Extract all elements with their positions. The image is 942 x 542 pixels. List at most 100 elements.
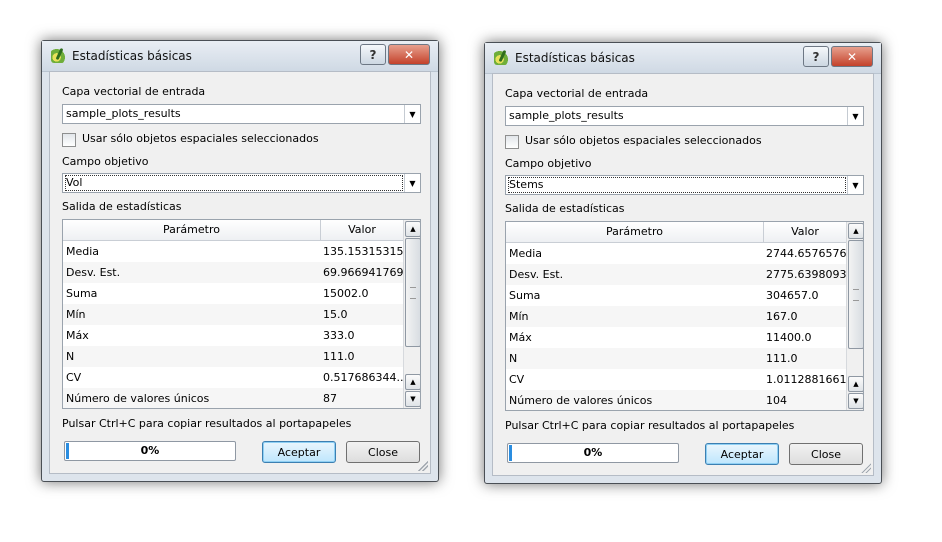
table-row[interactable]: N 111.0 <box>63 346 403 367</box>
parameter-cell: Mín <box>66 308 86 321</box>
target-field-combo[interactable]: Vol ▼ <box>62 173 421 193</box>
table-row[interactable]: Desv. Est. 69.966941769 <box>63 262 403 283</box>
table-row[interactable]: Número de valores únicos 87 <box>63 388 403 408</box>
qgis-app-icon <box>51 49 65 63</box>
scroll-up-arrow-icon[interactable]: ▲ <box>405 221 420 237</box>
selected-only-checkbox[interactable] <box>505 135 519 149</box>
table-row[interactable]: Mín 15.0 <box>63 304 403 325</box>
basic-statistics-dialog: Estadísticas básicas ? ✕ Capa vectorial … <box>41 40 439 482</box>
parameter-cell: Máx <box>66 329 89 342</box>
value-cell: 135.153153153 <box>323 245 405 258</box>
table-row[interactable]: Mín 167.0 <box>506 306 846 327</box>
chevron-down-icon[interactable]: ▼ <box>404 105 420 123</box>
column-header-parameter[interactable]: Parámetro <box>63 220 321 240</box>
table-row[interactable]: Máx 333.0 <box>63 325 403 346</box>
parameter-cell: Mín <box>509 310 529 323</box>
value-cell: 2744.65765766 <box>766 247 848 260</box>
table-row[interactable]: Número de valores únicos 104 <box>506 390 846 410</box>
input-layer-value: sample_plots_results <box>509 109 624 122</box>
chevron-down-icon[interactable]: ▼ <box>847 107 863 125</box>
scroll-down-arrow-icon[interactable]: ▼ <box>848 393 863 409</box>
value-cell: 69.966941769 <box>323 266 404 279</box>
table-row[interactable]: Desv. Est. 2775.63980935 <box>506 264 848 285</box>
help-button[interactable]: ? <box>360 44 386 65</box>
progress-bar: 0% <box>64 441 236 461</box>
output-label: Salida de estadísticas <box>62 200 182 213</box>
dialog-body: Capa vectorial de entrada sample_plots_r… <box>49 71 431 474</box>
help-button[interactable]: ? <box>803 46 829 67</box>
parameter-cell: Media <box>66 245 100 258</box>
value-cell: 111.0 <box>323 350 355 363</box>
progress-text: 0% <box>583 446 603 459</box>
statistics-table[interactable]: Parámetro Valor Media 135.153153153 Desv. … <box>62 219 421 409</box>
target-field-value: Stems <box>508 177 846 193</box>
value-cell: 2775.63980935 <box>766 268 848 281</box>
table-row[interactable]: CV 1.01128816616 <box>506 369 848 390</box>
table-row[interactable]: Máx 11400.0 <box>506 327 846 348</box>
value-cell: 304657.0 <box>766 289 819 302</box>
table-row[interactable]: N 111.0 <box>506 348 846 369</box>
selected-only-label[interactable]: Usar sólo objetos espaciales seleccionad… <box>82 132 319 145</box>
target-field-combo[interactable]: Stems ▼ <box>505 175 864 195</box>
chevron-down-icon[interactable]: ▼ <box>404 174 420 192</box>
table-rows: Media 2744.65765766 Desv. Est. 2775.6398093… <box>506 243 848 410</box>
chevron-down-icon[interactable]: ▼ <box>847 176 863 194</box>
table-row[interactable]: Suma 304657.0 <box>506 285 846 306</box>
vertical-scrollbar[interactable]: ▲ ▲ ▼ <box>403 220 420 408</box>
scroll-down-arrow-icon[interactable]: ▼ <box>405 391 420 407</box>
table-rows: Media 135.153153153 Desv. Est. 69.966941769… <box>63 241 405 408</box>
close-button[interactable]: Close <box>346 441 420 463</box>
basic-statistics-dialog: Estadísticas básicas ? ✕ Capa vectorial … <box>484 42 882 484</box>
parameter-cell: Número de valores únicos <box>66 392 210 405</box>
table-row[interactable]: Media 2744.65765766 <box>506 243 848 264</box>
table-row[interactable]: CV 0.517686344... <box>63 367 405 388</box>
qgis-app-icon <box>494 51 508 65</box>
parameter-cell: Desv. Est. <box>66 266 121 279</box>
accept-button[interactable]: Aceptar <box>262 441 336 463</box>
value-cell: 87 <box>323 392 337 405</box>
input-layer-value: sample_plots_results <box>66 107 181 120</box>
table-row[interactable]: Media 135.153153153 <box>63 241 405 262</box>
progress-bar: 0% <box>507 443 679 463</box>
title-bar[interactable]: Estadísticas básicas ? ✕ <box>485 43 881 74</box>
window-close-button[interactable]: ✕ <box>831 46 873 67</box>
scrollbar-thumb[interactable] <box>848 240 863 349</box>
scroll-up-arrow-icon[interactable]: ▲ <box>405 374 420 390</box>
parameter-cell: N <box>509 352 518 365</box>
target-field-label: Campo objetivo <box>62 155 149 168</box>
close-button[interactable]: Close <box>789 443 863 465</box>
selected-only-label[interactable]: Usar sólo objetos espaciales seleccionad… <box>525 134 762 147</box>
scrollbar-thumb[interactable] <box>405 238 420 347</box>
column-header-parameter[interactable]: Parámetro <box>506 222 764 242</box>
selected-only-checkbox[interactable] <box>62 133 76 147</box>
value-cell: 111.0 <box>766 352 798 365</box>
input-layer-combo[interactable]: sample_plots_results ▼ <box>505 106 864 126</box>
accept-button[interactable]: Aceptar <box>705 443 779 465</box>
parameter-cell: Máx <box>509 331 532 344</box>
statistics-table[interactable]: Parámetro Valor Media 2744.65765766 Desv. … <box>505 221 864 411</box>
target-field-value: Vol <box>65 175 403 191</box>
input-layer-label: Capa vectorial de entrada <box>505 87 649 100</box>
parameter-cell: Media <box>509 247 543 260</box>
output-label: Salida de estadísticas <box>505 202 625 215</box>
table-header: Parámetro Valor <box>63 220 403 241</box>
vertical-scrollbar[interactable]: ▲ ▲ ▼ <box>846 222 863 410</box>
progress-text: 0% <box>140 444 160 457</box>
scroll-up-arrow-icon[interactable]: ▲ <box>848 223 863 239</box>
scroll-up-arrow-icon[interactable]: ▲ <box>848 376 863 392</box>
table-row[interactable]: Suma 15002.0 <box>63 283 403 304</box>
value-cell: 104 <box>766 394 787 407</box>
column-header-value[interactable]: Valor <box>321 220 403 240</box>
column-header-value[interactable]: Valor <box>764 222 846 242</box>
resize-grip-icon[interactable] <box>861 463 871 473</box>
input-layer-label: Capa vectorial de entrada <box>62 85 206 98</box>
title-bar[interactable]: Estadísticas básicas ? ✕ <box>42 41 438 72</box>
parameter-cell: Desv. Est. <box>509 268 564 281</box>
input-layer-combo[interactable]: sample_plots_results ▼ <box>62 104 421 124</box>
table-header: Parámetro Valor <box>506 222 846 243</box>
resize-grip-icon[interactable] <box>418 461 428 471</box>
parameter-cell: CV <box>66 371 82 384</box>
value-cell: 333.0 <box>323 329 355 342</box>
window-close-button[interactable]: ✕ <box>388 44 430 65</box>
dialog-body: Capa vectorial de entrada sample_plots_r… <box>492 73 874 476</box>
